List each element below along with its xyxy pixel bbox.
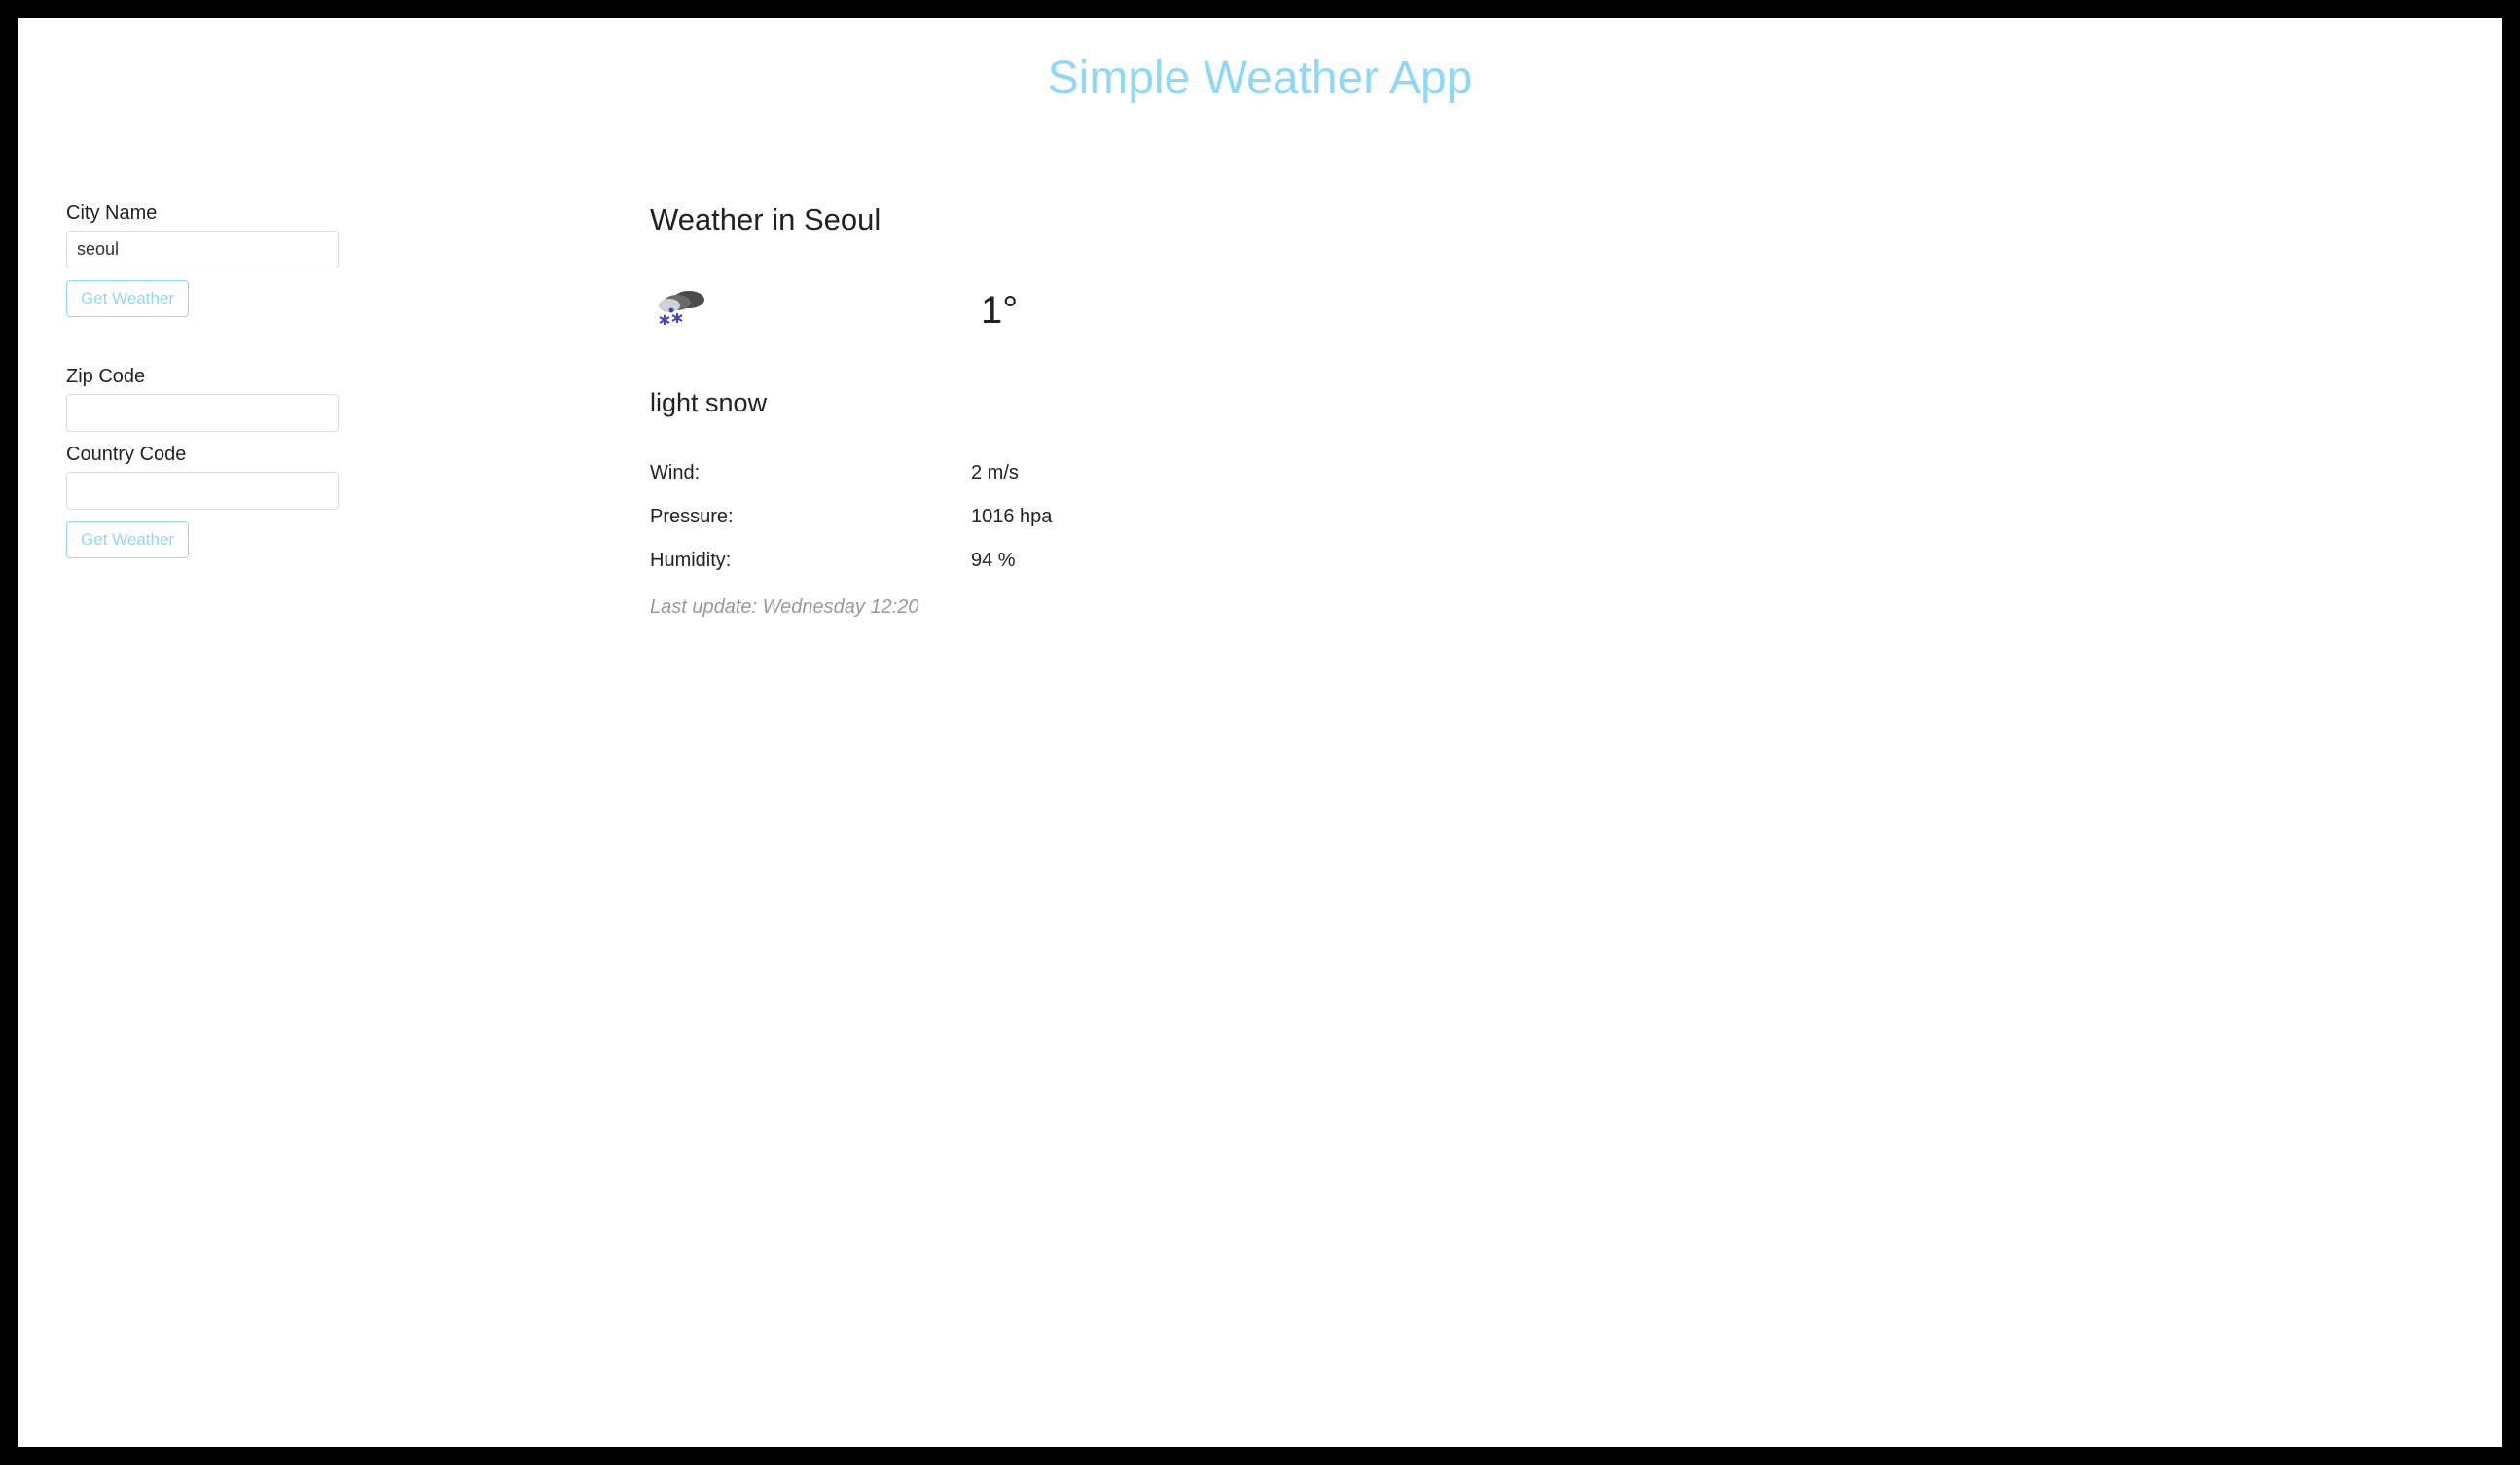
city-name-input[interactable] [66, 231, 339, 268]
city-name-label: City Name [66, 202, 339, 225]
zip-form: Zip Code Country Code Get Weather [66, 366, 339, 558]
last-update-text: Last update: Wednesday 12:20 [650, 596, 2454, 619]
temperature-value: 1° [981, 289, 1018, 333]
get-weather-zip-button[interactable]: Get Weather [66, 521, 189, 558]
app-title: Simple Weather App [66, 52, 2454, 105]
weather-condition: light snow [650, 388, 2454, 418]
snow-cloud-icon [650, 286, 708, 335]
get-weather-city-button[interactable]: Get Weather [66, 280, 189, 317]
country-code-input[interactable] [66, 472, 339, 510]
wind-row: Wind: 2 m/s [650, 462, 2454, 484]
pressure-value: 1016 hpa [971, 506, 1052, 528]
humidity-label: Humidity: [650, 550, 971, 572]
wind-label: Wind: [650, 462, 971, 484]
country-code-label: Country Code [66, 444, 339, 466]
humidity-row: Humidity: 94 % [650, 550, 2454, 572]
zip-code-input[interactable] [66, 394, 339, 432]
city-form: City Name Get Weather [66, 202, 339, 317]
pressure-row: Pressure: 1016 hpa [650, 506, 2454, 528]
weather-city-title: Weather in Seoul [650, 202, 2454, 237]
search-panel: City Name Get Weather Zip Code Country C… [66, 202, 339, 619]
wind-value: 2 m/s [971, 462, 1019, 484]
weather-display: Weather in Seoul 1° [650, 202, 2454, 619]
pressure-label: Pressure: [650, 506, 971, 528]
humidity-value: 94 % [971, 550, 1016, 572]
zip-code-label: Zip Code [66, 366, 339, 388]
